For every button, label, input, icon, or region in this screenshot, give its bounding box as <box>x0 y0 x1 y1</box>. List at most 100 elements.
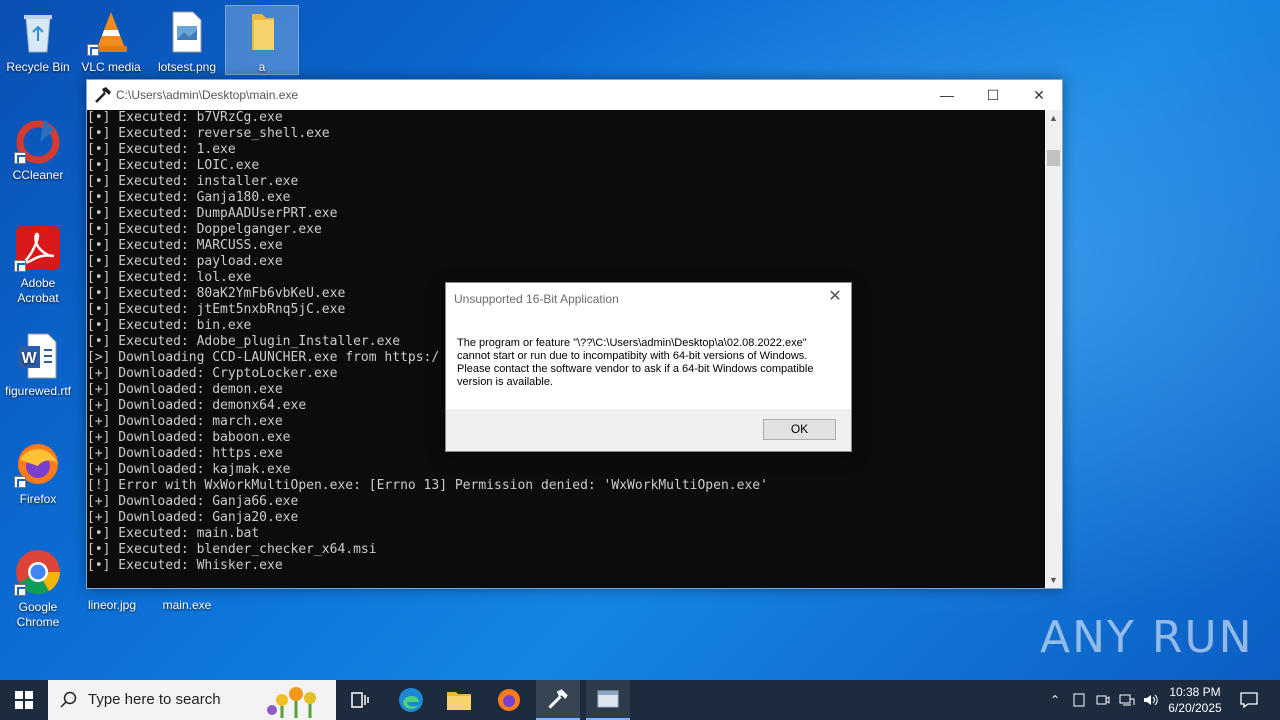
icon-label: Google Chrome <box>16 600 60 629</box>
shortcut-arrow-icon <box>14 584 26 596</box>
maximize-button[interactable]: ☐ <box>970 80 1016 110</box>
icon-label: lineor.jpg <box>87 598 137 612</box>
icon-label: lotsest.png <box>157 60 217 74</box>
firefox-icon <box>498 689 520 711</box>
icon-label: main.exe <box>162 598 212 612</box>
svg-text:W: W <box>21 350 37 367</box>
taskbar-firefox[interactable] <box>488 680 530 720</box>
console-line: [•] Executed: installer.exe <box>87 174 299 189</box>
taskbar-main-exe[interactable] <box>536 680 580 720</box>
taskbar-edge[interactable] <box>390 680 432 720</box>
flowers-icon <box>267 687 316 718</box>
console-line: [+] Downloaded: Ganja66.exe <box>87 494 299 509</box>
taskbar-file-explorer[interactable] <box>438 680 480 720</box>
tray-meet-icon[interactable] <box>1092 680 1114 720</box>
taskbar-dialog-app[interactable] <box>586 680 630 720</box>
console-line: [!] Error with WxWorkMultiOpen.exe: [Err… <box>87 478 768 493</box>
console-line: [•] Executed: 1.exe <box>87 142 236 157</box>
desktop-icon-firefox[interactable]: Firefox <box>0 440 76 507</box>
ccleaner-icon <box>14 116 62 164</box>
tray-network-icon[interactable] <box>1116 680 1138 720</box>
tray-volume-icon[interactable] <box>1140 680 1162 720</box>
scroll-up-arrow-icon[interactable]: ▲ <box>1045 110 1062 126</box>
start-button[interactable] <box>0 680 48 720</box>
taskbar: Type here to search ⌃ 10:38 PM 6/20/2025 <box>0 680 1280 720</box>
desktop-icon-recycle-bin[interactable]: Recycle Bin <box>0 8 76 75</box>
desktop-icon-lotsest[interactable]: lotsest.png <box>149 8 225 75</box>
icon-label: Firefox <box>19 492 57 506</box>
clock-date: 6/20/2025 <box>1168 701 1222 715</box>
desktop-icon-figurewed[interactable]: W figurewed.rtf <box>0 332 76 399</box>
icon-label: figurewed.rtf <box>4 384 72 398</box>
firefox-icon <box>14 440 62 488</box>
console-titlebar[interactable]: C:\Users\admin\Desktop\main.exe — ☐ ✕ <box>87 80 1062 110</box>
icon-label: CCleaner <box>12 168 64 182</box>
desktop-icon-folder-a[interactable]: a <box>225 5 299 75</box>
tray-tablet-icon[interactable] <box>1068 680 1090 720</box>
icon-label: Recycle Bin <box>6 60 70 74</box>
icon-label: a <box>258 60 266 74</box>
shortcut-arrow-icon <box>87 44 99 56</box>
vlc-cone-icon <box>87 8 135 56</box>
clock-time: 10:38 PM <box>1169 685 1221 699</box>
windows-logo-icon <box>15 691 33 709</box>
window-app-icon <box>597 690 619 708</box>
search-icon <box>60 691 77 708</box>
desktop-icon-lineor[interactable]: lineor.jpg <box>74 598 150 613</box>
console-line: [+] Downloaded: Ganja20.exe <box>87 510 299 525</box>
desktop-icon-vlc[interactable]: VLC media <box>73 8 149 75</box>
task-view-icon <box>351 692 369 708</box>
folder-icon <box>238 8 286 56</box>
action-center-button[interactable] <box>1234 680 1264 720</box>
chevron-up-icon: ⌃ <box>1049 693 1061 707</box>
close-button[interactable]: ✕ <box>1016 80 1062 110</box>
console-line: [•] Executed: Ganja180.exe <box>87 190 291 205</box>
desktop-icon-ccleaner[interactable]: CCleaner <box>0 116 76 183</box>
console-line: [•] Executed: Doppelganger.exe <box>87 222 322 237</box>
ok-button[interactable]: OK <box>763 419 836 440</box>
icon-label: VLC media <box>81 60 141 74</box>
console-line: [•] Executed: LOIC.exe <box>87 158 260 173</box>
console-line: [+] Downloaded: kajmak.exe <box>87 462 291 477</box>
show-hidden-icons-button[interactable]: ⌃ <box>1044 680 1066 720</box>
desktop-icon-google-chrome[interactable]: Google Chrome <box>0 548 76 630</box>
icon-label: Adobe Acrobat <box>17 276 59 305</box>
console-scrollbar[interactable]: ▲ ▼ <box>1045 110 1062 588</box>
scroll-down-arrow-icon[interactable]: ▼ <box>1045 572 1062 588</box>
task-view-button[interactable] <box>340 680 380 720</box>
console-line: [•] Executed: blender_checker_x64.msi <box>87 542 377 557</box>
dialog-title: Unsupported 16-Bit Application <box>454 292 619 306</box>
image-file-icon <box>163 8 211 56</box>
dialog-message: The program or feature "\??\C:\Users\adm… <box>457 337 814 388</box>
hammer-icon <box>94 86 112 104</box>
console-line: [•] Executed: b7VRzCg.exe <box>87 110 283 125</box>
console-line: [•] Executed: payload.exe <box>87 254 283 269</box>
taskbar-search[interactable]: Type here to search <box>48 680 336 720</box>
unsupported-app-dialog[interactable]: Unsupported 16-Bit Application ✕ The pro… <box>445 282 852 452</box>
console-line: [•] Executed: DumpAADUserPRT.exe <box>87 206 338 221</box>
desktop-icon-main-exe[interactable]: main.exe <box>149 598 225 613</box>
folder-icon <box>447 692 471 710</box>
acrobat-icon <box>14 224 62 272</box>
search-placeholder: Type here to search <box>88 691 221 708</box>
anyrun-watermark: ANY RUN <box>1040 612 1254 663</box>
scroll-thumb[interactable] <box>1047 150 1060 166</box>
recycle-bin-icon <box>14 8 62 56</box>
minimize-button[interactable]: — <box>924 80 970 110</box>
word-document-icon: W <box>14 332 62 380</box>
console-title: C:\Users\admin\Desktop\main.exe <box>116 88 299 102</box>
shortcut-arrow-icon <box>14 260 26 272</box>
console-line: [•] Executed: reverse_shell.exe <box>87 126 330 141</box>
dialog-footer: OK <box>446 409 851 451</box>
dialog-close-icon[interactable]: ✕ <box>825 287 845 307</box>
console-line: [•] Executed: MARCUSS.exe <box>87 238 283 253</box>
chrome-icon <box>14 548 62 596</box>
console-line: [•] Executed: main.bat <box>87 526 260 541</box>
taskbar-clock[interactable]: 10:38 PM 6/20/2025 <box>1162 680 1228 720</box>
shortcut-arrow-icon <box>14 152 26 164</box>
edge-icon <box>399 688 423 712</box>
shortcut-arrow-icon <box>14 476 26 488</box>
notification-icon <box>1240 692 1258 708</box>
console-line: [•] Executed: Whisker.exe <box>87 558 283 573</box>
desktop-icon-adobe-acrobat[interactable]: Adobe Acrobat <box>0 224 76 306</box>
